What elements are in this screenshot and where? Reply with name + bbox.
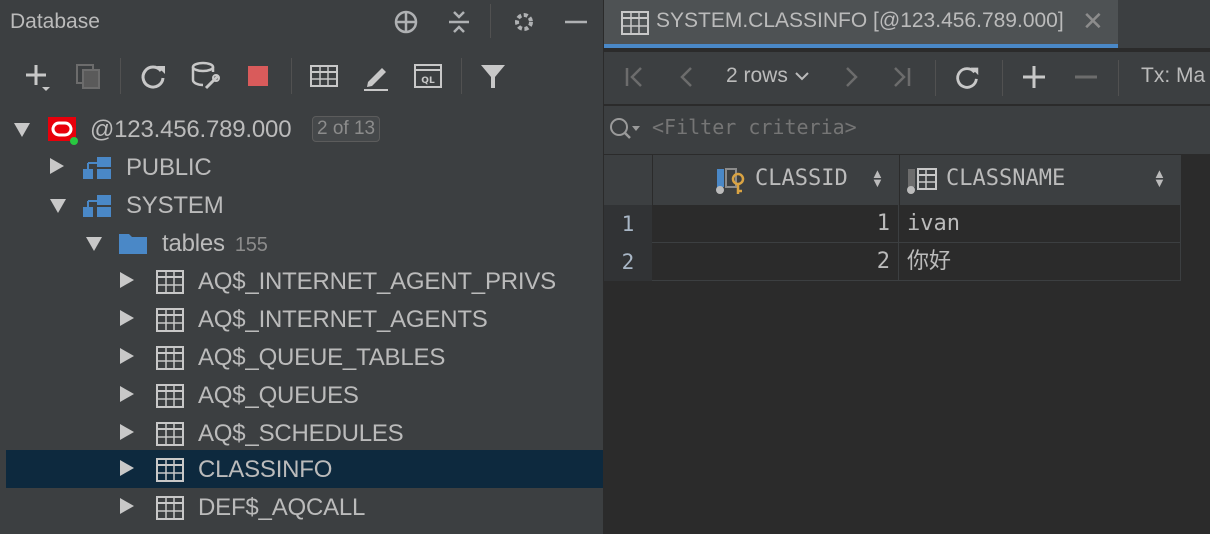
table-label: AQ$_INTERNET_AGENT_PRIVS [198, 268, 556, 295]
expand-arrow-icon[interactable] [120, 310, 134, 326]
minimize-icon[interactable] [562, 8, 590, 36]
edit-icon[interactable] [360, 60, 392, 92]
table-label: AQ$_QUEUES [198, 382, 359, 409]
table-icon [156, 270, 184, 299]
delete-row-icon[interactable] [1072, 63, 1100, 96]
schema-label: SYSTEM [126, 192, 224, 219]
expand-arrow-icon[interactable] [50, 158, 64, 174]
schema-sync-icon[interactable] [190, 60, 222, 92]
table-label: AQ$_QUEUE_TABLES [198, 344, 446, 371]
header-separator [490, 4, 491, 38]
database-tree: @123.456.789.000 2 of 13 PUBLIC SYSTEM t… [0, 108, 603, 534]
transaction-mode-dropdown[interactable]: Tx: Ma [1141, 64, 1205, 88]
tree-folder-tables[interactable]: tables 155 [6, 224, 603, 262]
expand-arrow-icon[interactable] [14, 123, 30, 137]
tree-table-node[interactable]: AQ$_QUEUES [6, 376, 603, 414]
expand-arrow-icon[interactable] [120, 460, 134, 476]
crosshair-icon[interactable] [392, 8, 420, 36]
search-icon[interactable] [608, 116, 642, 147]
sort-icon[interactable]: ▲ ▼ [1153, 167, 1166, 189]
table-icon [621, 11, 649, 40]
primary-key-column-icon [715, 167, 749, 200]
tree-table-node[interactable]: AQ$_INTERNET_AGENTS [6, 300, 603, 338]
schema-label: PUBLIC [126, 154, 212, 181]
row-number[interactable]: 1 [604, 205, 652, 243]
cell-classid[interactable]: 2 [652, 243, 899, 281]
table-icon [156, 496, 184, 525]
expand-arrow-icon[interactable] [50, 199, 66, 213]
table-icon [156, 422, 184, 451]
folder-count: 155 [234, 234, 268, 256]
tree-connection-node[interactable]: @123.456.789.000 2 of 13 [6, 110, 603, 148]
expand-arrow-icon[interactable] [120, 424, 134, 440]
add-icon[interactable] [20, 60, 52, 92]
schema-count-badge: 2 of 13 [312, 116, 381, 142]
expand-arrow-icon[interactable] [86, 237, 102, 251]
cell-classname[interactable]: ivan [899, 205, 1181, 243]
table-icon [156, 346, 184, 375]
cell-classid[interactable]: 1 [652, 205, 899, 243]
filter-icon[interactable] [477, 60, 509, 92]
table-label: AQ$_INTERNET_AGENTS [198, 306, 488, 333]
expand-arrow-icon[interactable] [120, 348, 134, 364]
column-header-classname[interactable]: CLASSNAME ▲ ▼ [899, 155, 1181, 205]
last-page-icon[interactable] [888, 64, 914, 95]
tree-table-node[interactable]: AQ$_QUEUE_TABLES [6, 338, 603, 376]
connection-label: @123.456.789.000 [90, 116, 292, 143]
tree-table-node[interactable]: DEF$_AQCALL [6, 488, 603, 526]
folder-icon [119, 232, 149, 261]
row-count-dropdown[interactable]: 2 rows [726, 64, 810, 88]
expand-arrow-icon[interactable] [120, 272, 134, 288]
chevron-down-icon [794, 72, 809, 81]
previous-page-icon[interactable] [674, 64, 700, 95]
panel-title: Database [10, 10, 100, 33]
grid-header-gutter[interactable] [604, 155, 652, 205]
toolbar-separator [1002, 60, 1003, 96]
column-name: CLASSID [755, 166, 848, 191]
svg-text:QL: QL [421, 76, 435, 86]
table-icon [156, 384, 184, 413]
refresh-icon[interactable] [137, 60, 169, 92]
row-count-label: 2 rows [726, 64, 788, 87]
table-icon [156, 308, 184, 337]
toolbar-separator [935, 60, 936, 96]
row-number[interactable]: 2 [604, 243, 652, 281]
sql-console-icon[interactable]: QL [412, 60, 444, 92]
tree-table-node[interactable]: AQ$_INTERNET_AGENT_PRIVS [6, 262, 603, 300]
table-label: CLASSINFO [198, 456, 333, 483]
next-page-icon[interactable] [838, 64, 864, 95]
add-row-icon[interactable] [1020, 63, 1048, 96]
table-label: AQ$_SCHEDULES [198, 420, 404, 447]
table-label: DEF$_AQCALL [198, 494, 366, 521]
schema-icon [83, 193, 113, 224]
tree-schema-public[interactable]: PUBLIC [6, 148, 603, 186]
column-icon [906, 167, 940, 200]
close-icon[interactable]: ✕ [1082, 6, 1104, 37]
filter-input[interactable] [652, 115, 1152, 139]
table-icon [156, 458, 184, 487]
gear-icon[interactable] [510, 8, 538, 36]
column-name: CLASSNAME [946, 166, 1066, 191]
cell-classname[interactable]: 你好 [899, 243, 1181, 281]
first-page-icon[interactable] [622, 64, 648, 95]
duplicate-icon[interactable] [72, 60, 104, 92]
expand-arrow-icon[interactable] [120, 498, 134, 514]
sort-icon[interactable]: ▲ ▼ [871, 167, 884, 189]
stop-icon[interactable] [242, 60, 274, 92]
oracle-icon [48, 115, 78, 145]
tree-table-node-selected[interactable]: CLASSINFO [6, 450, 603, 488]
collapse-icon[interactable] [445, 8, 473, 36]
toolbar-separator [1118, 60, 1119, 96]
table-icon[interactable] [308, 60, 340, 92]
tree-schema-system[interactable]: SYSTEM [6, 186, 603, 224]
schema-icon [83, 155, 113, 186]
column-header-classid[interactable]: CLASSID ▲ ▼ [652, 155, 899, 205]
tree-table-node[interactable]: AQ$_SCHEDULES [6, 414, 603, 452]
database-toolbar: QL [0, 48, 603, 104]
refresh-icon[interactable] [952, 62, 982, 97]
expand-arrow-icon[interactable] [120, 386, 134, 402]
tab-title: SYSTEM.CLASSINFO [@123.456.789.000] [656, 9, 1064, 32]
folder-label: tables 155 [162, 230, 268, 258]
folder-name: tables [162, 230, 225, 257]
